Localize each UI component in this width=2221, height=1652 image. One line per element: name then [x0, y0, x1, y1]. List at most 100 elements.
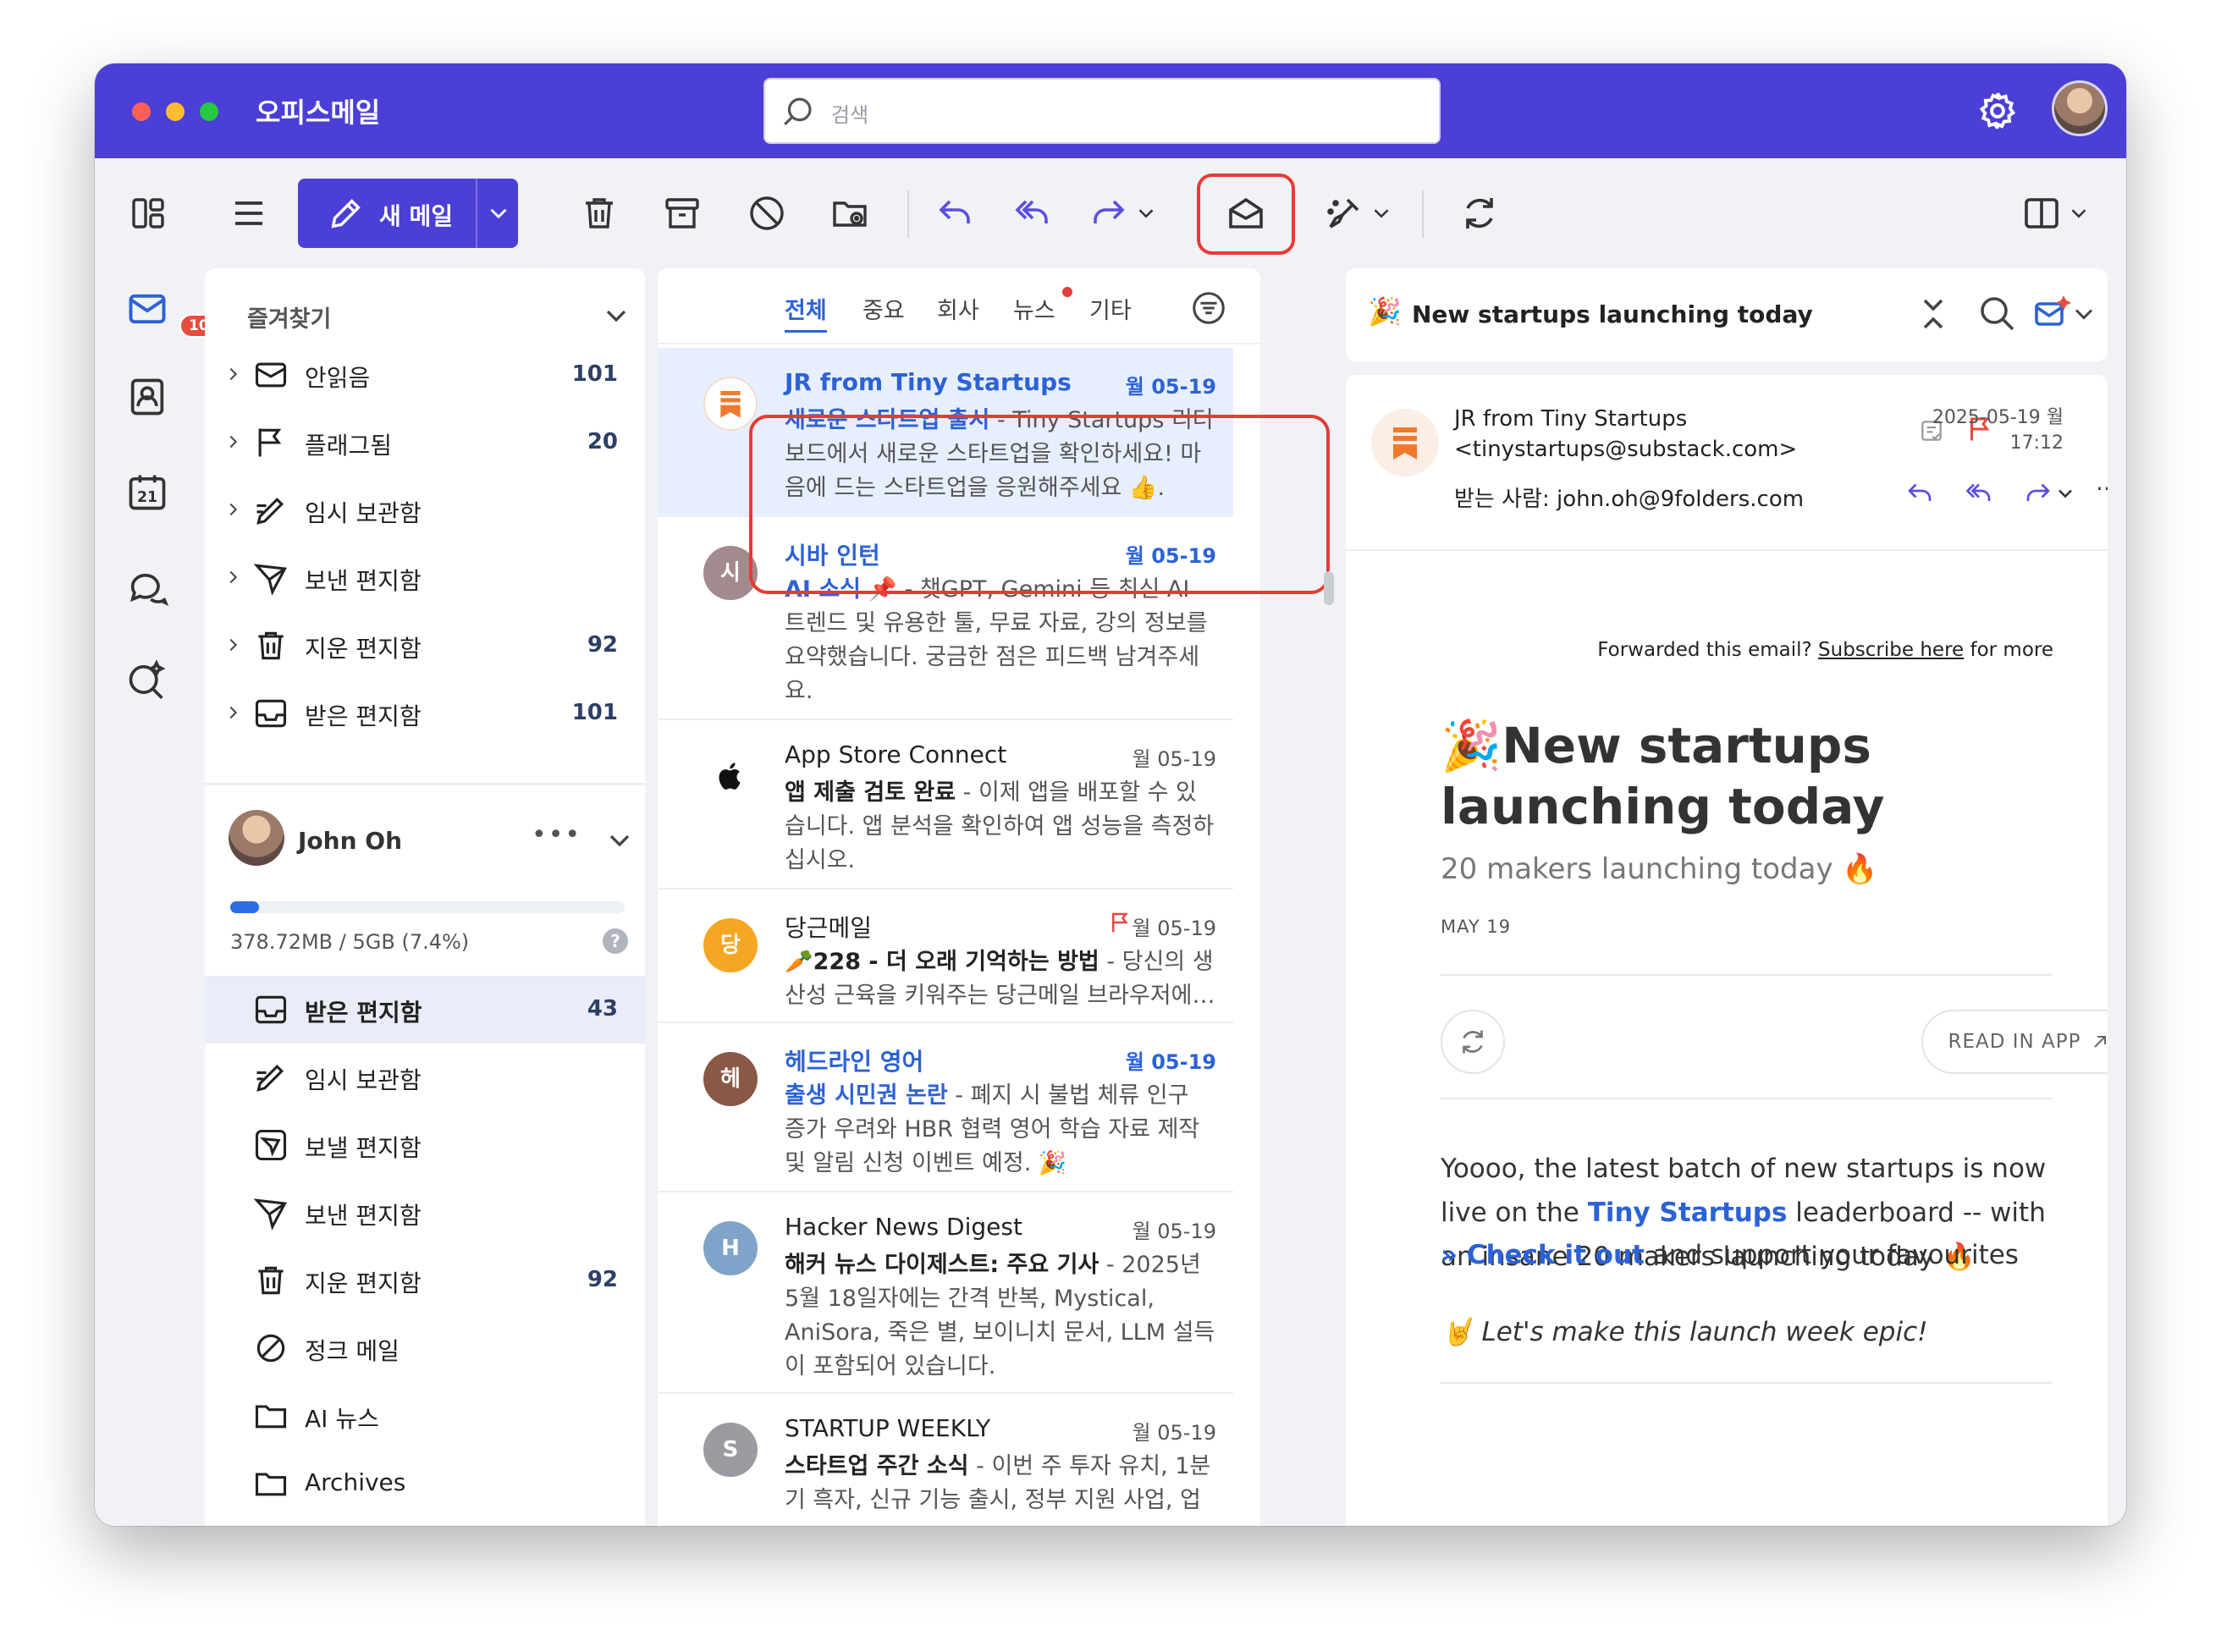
chevron-right-icon[interactable] [223, 568, 242, 586]
read-in-app-button[interactable]: READ IN APP [1921, 1010, 2108, 1074]
mail-item[interactable]: S STARTUP WEEKLY 월 05-19 스타트업 주간 소식 - 이번… [658, 1394, 1233, 1526]
close-window-button[interactable] [132, 102, 151, 121]
filter-icon[interactable] [1189, 289, 1228, 328]
chevron-down-icon[interactable] [2069, 294, 2099, 334]
forward-chevron-down-icon[interactable] [1129, 188, 1163, 239]
reply-all-icon[interactable] [1007, 188, 1058, 239]
archive-icon[interactable] [657, 188, 708, 239]
fav-drafts[interactable]: 임시 보관함 [205, 476, 645, 544]
newsletter-title: 🎉New startups launching today [1441, 715, 2084, 837]
refresh-button[interactable] [1441, 1010, 1505, 1074]
tab-news[interactable]: 뉴스 [1013, 292, 1055, 325]
check-it-out-link[interactable]: » Check it out [1441, 1240, 1645, 1270]
forward-icon[interactable] [1083, 188, 1134, 239]
forward-chevron-down-icon[interactable] [2053, 482, 2077, 505]
folder-inbox[interactable]: 받은 편지함 43 [205, 976, 645, 1044]
fav-count: 101 [571, 361, 618, 387]
mail-item[interactable]: 당 당근메일 월 05-19 🥕228 - 더 오래 기억하는 방법 - 당신의… [658, 889, 1233, 1023]
mail-item[interactable]: 헤 헤드라인 영어 월 05-19 출생 시민권 논란 - 폐지 시 불법 체류… [658, 1023, 1233, 1192]
apps-grid-icon[interactable] [124, 188, 174, 239]
sweep-clean-icon[interactable] [1319, 188, 1370, 239]
forwarded-suffix: for more [1964, 639, 2053, 661]
layout-split-icon[interactable] [2016, 188, 2067, 239]
search-input[interactable]: 검색 [763, 78, 1441, 144]
external-arrow-icon [2093, 1036, 2106, 1048]
menu-hamburger-icon[interactable] [223, 188, 274, 239]
sweep-chevron-down-icon[interactable] [1364, 188, 1398, 239]
tab-important[interactable]: 중요 [862, 292, 905, 325]
divider [1441, 1382, 2052, 1384]
forward-icon[interactable] [2023, 478, 2053, 509]
fav-trash[interactable]: 지운 편지함 92 [205, 612, 645, 680]
fav-flagged[interactable]: 플래그됨 20 [205, 409, 645, 476]
body-paragraph-3: 🤘 Let's make this launch week epic! [1441, 1317, 1928, 1347]
list-scrollbar[interactable] [1324, 571, 1334, 605]
fav-sent[interactable]: 보낸 편지함 [205, 544, 645, 612]
account-chevron-down-icon[interactable] [603, 823, 637, 857]
folder-ai-news[interactable]: AI 뉴스 [205, 1382, 645, 1450]
move-folder-icon[interactable] [824, 188, 875, 239]
new-mail-button[interactable]: 새 메일 [298, 179, 518, 248]
folder-sent[interactable]: 보낸 편지함 [205, 1179, 645, 1247]
contacts-nav-icon[interactable] [125, 375, 176, 426]
fav-unread[interactable]: 안읽음 101 [205, 341, 645, 409]
chevron-right-icon[interactable] [223, 636, 242, 654]
collapse-icon[interactable] [1913, 294, 1954, 334]
mail-time: 17:12 [2009, 432, 2064, 454]
fav-inbox[interactable]: 받은 편지함 101 [205, 680, 645, 747]
tiny-startups-link[interactable]: Tiny Startups [1588, 1198, 1788, 1228]
mail-item[interactable]: App Store Connect 월 05-19 앱 제출 검토 완료 - 이… [658, 720, 1233, 889]
calendar-nav-icon[interactable]: 21 [125, 470, 176, 520]
chevron-right-icon[interactable] [223, 703, 242, 722]
ai-mail-icon[interactable] [2031, 294, 2072, 334]
account-more-icon[interactable]: ••• [532, 820, 581, 850]
settings-gear-icon[interactable] [1976, 89, 2020, 133]
forwarded-prefix: Forwarded this email? [1597, 639, 1819, 661]
category-tabs: 전체 중요 회사 뉴스 기타 [658, 268, 1260, 344]
reading-pane: 🎉 New startups launching today JR from T… [1346, 268, 2126, 1526]
refresh-icon[interactable] [1454, 188, 1505, 239]
mail-from: App Store Connect [785, 741, 1007, 768]
mail-date: 월 05-19 [1125, 1050, 1216, 1074]
folder-icon [255, 1405, 287, 1429]
user-avatar[interactable] [2052, 80, 2108, 136]
favorites-chevron-down-icon[interactable] [599, 299, 633, 333]
folder-archives[interactable]: Archives [205, 1450, 645, 1517]
folder-outbox[interactable]: 보낼 편지함 [205, 1111, 645, 1179]
sender-block: JR from Tiny Startups <tinystartups@subs… [1454, 404, 1797, 465]
folder-drafts[interactable]: 임시 보관함 [205, 1044, 645, 1111]
quota-help-icon[interactable]: ? [603, 928, 628, 954]
reply-all-icon[interactable] [1964, 478, 1994, 509]
chevron-right-icon[interactable] [223, 365, 242, 383]
more-options-icon[interactable]: ··· [2096, 475, 2108, 503]
folder-trash[interactable]: 지운 편지함 92 [205, 1247, 645, 1314]
toolbar-divider [1422, 190, 1424, 238]
chat-nav-icon[interactable] [125, 566, 176, 617]
chevron-right-icon[interactable] [223, 432, 242, 451]
layout-chevron-down-icon[interactable] [2062, 188, 2096, 239]
subscribe-link[interactable]: Subscribe here [1818, 639, 1964, 661]
sender-email[interactable]: <tinystartups@substack.com> [1454, 434, 1797, 465]
left-nav: 101 21 [95, 268, 229, 1526]
folder-label: 정크 메일 [305, 1337, 400, 1365]
flag-icon[interactable] [1108, 910, 1133, 935]
search-icon[interactable] [1977, 294, 2018, 334]
junk-block-icon [256, 1334, 285, 1363]
minimize-window-button[interactable] [166, 102, 185, 121]
fav-count: 101 [571, 700, 618, 725]
sender-avatar: 당 [703, 918, 758, 972]
block-icon[interactable] [741, 188, 792, 239]
mail-item[interactable]: H Hacker News Digest 월 05-19 해커 뉴스 다이제스트… [658, 1192, 1233, 1394]
zoom-window-button[interactable] [200, 102, 218, 121]
chevron-down-icon[interactable] [484, 199, 513, 228]
tab-all[interactable]: 전체 [785, 292, 827, 333]
delete-trash-icon[interactable] [574, 188, 625, 239]
tab-company[interactable]: 회사 [937, 292, 979, 325]
ai-search-nav-icon[interactable] [125, 658, 176, 708]
chevron-right-icon[interactable] [223, 500, 242, 519]
folder-junk[interactable]: 정크 메일 [205, 1314, 645, 1382]
reply-icon[interactable] [929, 188, 980, 239]
reply-icon[interactable] [1904, 478, 1935, 509]
tab-other[interactable]: 기타 [1089, 292, 1132, 325]
mail-nav-icon[interactable]: 101 [125, 287, 229, 338]
